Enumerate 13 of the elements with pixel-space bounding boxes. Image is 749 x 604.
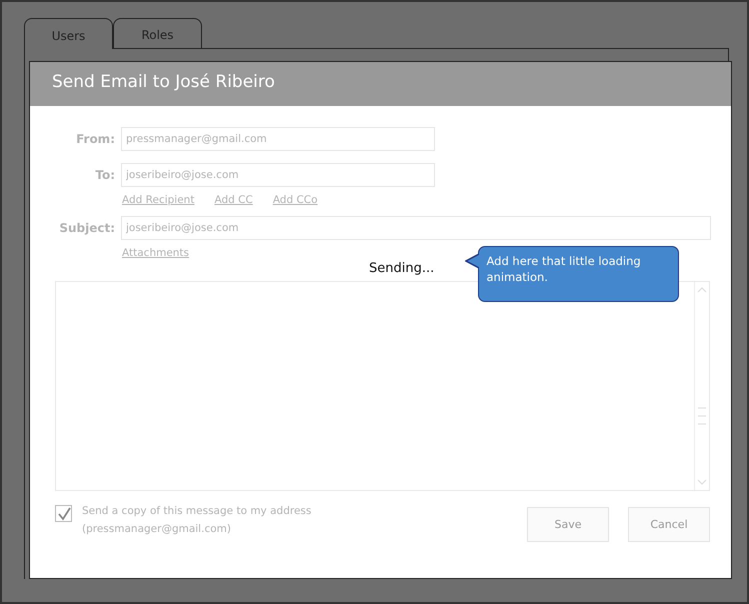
checkbox-label: Send a copy of this message to my address (pressmanager@gmail.com) [82, 504, 312, 537]
callout-note: Add here that little loading animation. [478, 246, 679, 302]
tab[interactable]: Users [24, 18, 113, 49]
field-label: To: [94, 168, 115, 182]
field-label: From: [75, 132, 115, 146]
field-label: Subject: [58, 221, 115, 235]
callout-pointer-icon [465, 253, 479, 269]
scroll-grip-icon[interactable] [697, 406, 707, 426]
tab[interactable]: Roles [113, 18, 202, 48]
scroll-down-icon[interactable] [697, 478, 707, 486]
dialog-title: Send Email to José Ribeiro [30, 62, 731, 106]
status-text: Sending... [369, 261, 434, 276]
scroll-up-icon[interactable] [697, 286, 707, 294]
